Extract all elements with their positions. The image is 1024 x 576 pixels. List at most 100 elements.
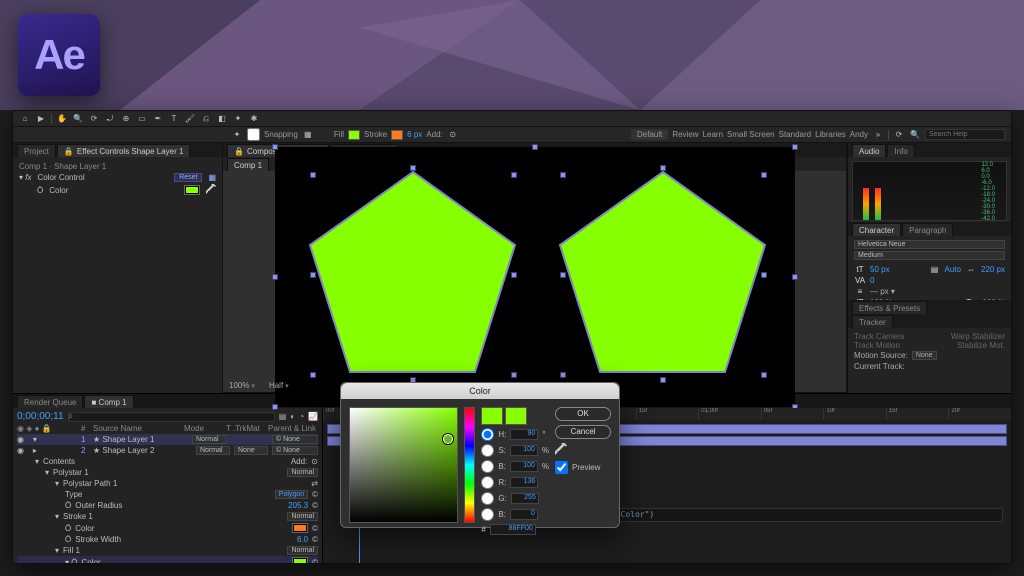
layer-row-1[interactable]: ◉ ▾1 ★ Shape Layer 1 Normal © None (17, 434, 318, 445)
motion-source-select[interactable]: None (912, 351, 937, 360)
hue-slider[interactable] (464, 407, 475, 523)
tab-audio[interactable]: Audio (852, 144, 886, 157)
g-value[interactable]: 255 (511, 493, 539, 504)
color-field[interactable] (349, 407, 458, 523)
orbit-tool-icon[interactable]: ⟳ (88, 113, 100, 125)
current-time[interactable]: 0;00;00;11 (17, 411, 64, 422)
track-motion-button[interactable]: Track Motion (854, 341, 900, 350)
s-value[interactable]: 100 (510, 445, 538, 456)
tab-project[interactable]: Project (17, 144, 56, 157)
timeline-search-input[interactable] (68, 412, 275, 422)
font-family-select[interactable]: Helvetica Neue (854, 240, 1005, 249)
h-value[interactable]: 90 (510, 429, 538, 440)
pen-tool-icon[interactable]: ✒ (152, 113, 164, 125)
font-size-value[interactable]: 50 px (870, 265, 890, 274)
font-style-select[interactable]: Medium (854, 251, 1005, 260)
preview-checkbox[interactable] (555, 461, 568, 474)
puppet-tool-icon[interactable]: ✱ (248, 113, 260, 125)
search-help-input[interactable] (925, 129, 1005, 140)
stroke-width-value-tl[interactable]: 6.0 (297, 535, 308, 544)
radio-bl[interactable] (481, 508, 494, 521)
radio-b[interactable] (481, 460, 494, 473)
workspace-default[interactable]: Default (631, 129, 668, 140)
bezier-icon[interactable]: ✦ (231, 129, 243, 141)
polystar-type-select[interactable]: Polygon (275, 490, 308, 499)
pentagon-layer-2[interactable] (560, 172, 765, 372)
bl-value[interactable]: 0 (510, 509, 538, 520)
anchor-tool-icon[interactable]: ⊕ (120, 113, 132, 125)
add-shape-icon[interactable]: ⊙ (311, 457, 318, 466)
workspace-learn[interactable]: Learn (703, 130, 723, 139)
workspace-andy[interactable]: Andy (850, 130, 868, 139)
workspace-standard[interactable]: Standard (779, 130, 811, 139)
tab-tracker[interactable]: Tracker (852, 315, 893, 328)
radio-g[interactable] (481, 492, 494, 505)
zoom-dropdown[interactable]: 100% (229, 381, 255, 390)
dialog-eyedropper-icon[interactable] (555, 443, 567, 455)
warp-stabilizer-button[interactable]: Warp Stabilizer (951, 332, 1005, 341)
stroke-color-swatch[interactable] (292, 523, 308, 533)
sync-settings-icon[interactable]: ⟳ (893, 129, 905, 141)
outer-radius-value[interactable]: 205.3 (288, 501, 308, 510)
stroke-swatch[interactable] (391, 130, 403, 140)
tab-render-queue[interactable]: Render Queue (17, 395, 83, 408)
roto-tool-icon[interactable]: ✦ (232, 113, 244, 125)
resolution-dropdown[interactable]: Half (269, 381, 289, 390)
workspace-libraries[interactable]: Libraries (815, 130, 846, 139)
home-icon[interactable]: ⌂ (19, 113, 31, 125)
fx-options-icon[interactable]: ▦ (208, 173, 216, 182)
tab-paragraph[interactable]: Paragraph (902, 223, 953, 236)
snapping-checkbox[interactable] (247, 128, 260, 141)
tab-character[interactable]: Character (852, 223, 901, 236)
canvas[interactable] (275, 147, 795, 407)
eyedropper-icon[interactable] (206, 184, 216, 196)
tab-timeline-comp[interactable]: ■ Comp 1 (84, 395, 133, 408)
search-icon[interactable]: 🔍 (909, 129, 921, 141)
leading-value[interactable]: Auto (945, 265, 961, 274)
br-value[interactable]: 100 (510, 461, 538, 472)
rectangle-tool-icon[interactable]: ▭ (136, 113, 148, 125)
fill-color-swatch[interactable] (292, 557, 308, 563)
stabilize-motion-button[interactable]: Stabilize Mot. (957, 341, 1005, 350)
radio-r[interactable] (481, 476, 494, 489)
radio-h[interactable] (481, 428, 494, 441)
stroke-width-value[interactable]: 6 px (407, 130, 422, 139)
reset-button[interactable]: Reset (174, 173, 202, 182)
hex-value[interactable]: 88FF00 (490, 524, 536, 535)
workspace-review[interactable]: Review (672, 130, 698, 139)
workspace-smallscreen[interactable]: Small Screen (727, 130, 775, 139)
param-color[interactable]: Color (49, 186, 68, 195)
effect-name[interactable]: Color Control (37, 173, 84, 182)
zoom-tool-icon[interactable]: 🔍 (72, 113, 84, 125)
pentagon-layer-1[interactable] (310, 172, 515, 372)
graph-editor-icon[interactable]: 📈 (308, 412, 318, 421)
tracking-value[interactable]: 0 (870, 276, 874, 285)
rotate-tool-icon[interactable]: ⤾ (104, 113, 116, 125)
filter-icon[interactable]: ▤ (279, 412, 287, 421)
radio-s[interactable] (481, 444, 494, 457)
composition-viewer[interactable]: 100% Half (223, 171, 846, 393)
tab-effect-controls[interactable]: 🔒Effect Controls Shape Layer 1 (57, 144, 191, 157)
snap-opt-icon[interactable]: ▦ (302, 129, 314, 141)
color-cursor[interactable] (443, 434, 453, 444)
track-camera-button[interactable]: Track Camera (854, 332, 904, 341)
eraser-tool-icon[interactable]: ◧ (216, 113, 228, 125)
cancel-button[interactable]: Cancel (555, 425, 611, 439)
clone-tool-icon[interactable]: ⎌ (200, 113, 212, 125)
selection-tool-icon[interactable]: ▶ (35, 113, 47, 125)
tab-effects-presets[interactable]: Effects & Presets (852, 301, 927, 314)
type-tool-icon[interactable]: T (168, 113, 180, 125)
kerning-value[interactable]: 220 px (981, 265, 1005, 274)
hand-tool-icon[interactable]: ✋ (56, 113, 68, 125)
layer-row-2[interactable]: ◉ ▸2 ★ Shape Layer 2 Normal None © None (17, 445, 318, 456)
motionblur-icon[interactable]: ◔ (299, 412, 304, 421)
ok-button[interactable]: OK (555, 407, 611, 421)
workspace-overflow-icon[interactable]: » (872, 129, 884, 141)
brush-tool-icon[interactable]: 🖌 (184, 113, 196, 125)
add-menu-icon[interactable]: ⊙ (447, 129, 459, 141)
fill-swatch[interactable] (348, 130, 360, 140)
subtab-comp1[interactable]: Comp 1 (227, 158, 269, 171)
shy-icon[interactable]: ◐ (290, 412, 295, 421)
param-color-swatch[interactable] (184, 185, 200, 195)
r-value[interactable]: 136 (510, 477, 538, 488)
